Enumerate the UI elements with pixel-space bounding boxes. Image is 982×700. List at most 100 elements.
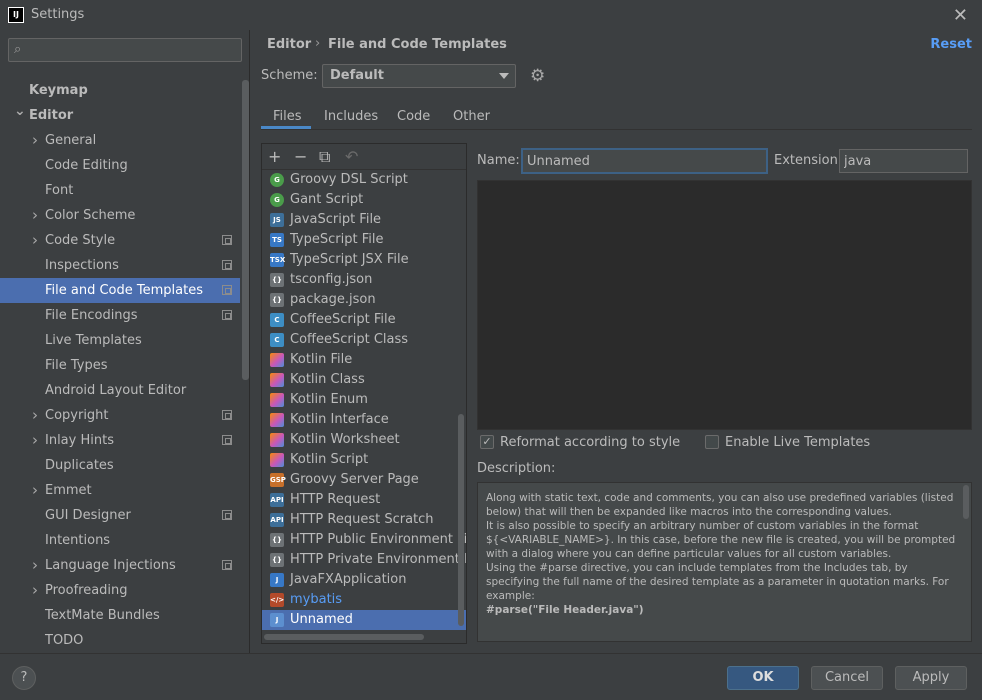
sidebar-item-inlay-hints[interactable]: › Inlay Hints xyxy=(0,428,240,453)
sidebar-item-file-types[interactable]: File Types xyxy=(0,353,240,378)
help-button[interactable]: ? xyxy=(12,666,36,690)
reformat-checkbox[interactable]: ✓ xyxy=(480,435,494,449)
sidebar-item-editor[interactable]: ⌄ Editor xyxy=(0,103,240,128)
chevron-right-icon[interactable]: › xyxy=(32,553,38,578)
template-item-http-request[interactable]: API HTTP Request xyxy=(262,490,466,510)
template-item-coffeescript-class[interactable]: C CoffeeScript Class xyxy=(262,330,466,350)
copy-icon[interactable]: ⧉ xyxy=(319,147,330,167)
sidebar-item-label: TextMate Bundles xyxy=(45,608,160,623)
kotlin-file-icon xyxy=(270,373,284,387)
sidebar-item-code-editing[interactable]: Code Editing xyxy=(0,153,240,178)
template-item-tsconfig-json[interactable]: {} tsconfig.json xyxy=(262,270,466,290)
sidebar-item-emmet[interactable]: › Emmet xyxy=(0,478,240,503)
chevron-right-icon[interactable]: › xyxy=(32,578,38,603)
ok-button[interactable]: OK xyxy=(727,666,799,690)
sidebar-item-label: Live Templates xyxy=(45,333,142,348)
template-item-typescript-jsx-file[interactable]: TSX TypeScript JSX File xyxy=(262,250,466,270)
chevron-down-icon[interactable]: ⌄ xyxy=(14,99,26,124)
chevron-right-icon[interactable]: › xyxy=(32,403,38,428)
scheme-value: Default xyxy=(330,68,384,83)
template-name-input[interactable] xyxy=(521,148,768,174)
template-item-mybatis[interactable]: </> mybatis xyxy=(262,590,466,610)
live-templates-checkbox[interactable] xyxy=(705,435,719,449)
sidebar-item-label: Editor xyxy=(29,108,74,123)
chevron-right-icon[interactable]: › xyxy=(32,428,38,453)
template-item-kotlin-enum[interactable]: Kotlin Enum xyxy=(262,390,466,410)
template-list-hscrollbar[interactable] xyxy=(264,634,424,640)
template-list-scrollbar[interactable] xyxy=(458,414,464,626)
gear-icon[interactable]: ⚙ xyxy=(530,66,545,86)
sidebar-item-language-injections[interactable]: › Language Injections xyxy=(0,553,240,578)
json-file-icon: {} xyxy=(270,553,284,567)
reformat-label[interactable]: Reformat according to style xyxy=(500,435,680,450)
sidebar-item-inspections[interactable]: Inspections xyxy=(0,253,240,278)
template-item-label: HTTP Private Environment File xyxy=(290,552,466,567)
template-item-kotlin-interface[interactable]: Kotlin Interface xyxy=(262,410,466,430)
gsp-file-icon: GSP xyxy=(270,473,286,487)
template-item-javafxapplication[interactable]: J JavaFXApplication xyxy=(262,570,466,590)
template-item-package-json[interactable]: {} package.json xyxy=(262,290,466,310)
template-item-http-public-environment-file[interactable]: {} HTTP Public Environment File xyxy=(262,530,466,550)
chevron-right-icon[interactable]: › xyxy=(32,478,38,503)
template-item-groovy-server-page[interactable]: GSP Groovy Server Page xyxy=(262,470,466,490)
template-item-groovy-dsl-script[interactable]: G Groovy DSL Script xyxy=(262,170,466,190)
template-item-kotlin-file[interactable]: Kotlin File xyxy=(262,350,466,370)
apply-button[interactable]: Apply xyxy=(895,666,967,690)
sidebar-item-label: File Types xyxy=(45,358,108,373)
sidebar-item-general[interactable]: › General xyxy=(0,128,240,153)
sidebar-item-todo[interactable]: TODO xyxy=(0,628,240,653)
sidebar-item-live-templates[interactable]: Live Templates xyxy=(0,328,240,353)
template-item-coffeescript-file[interactable]: C CoffeeScript File xyxy=(262,310,466,330)
template-item-gant-script[interactable]: G Gant Script xyxy=(262,190,466,210)
chevron-right-icon[interactable]: › xyxy=(32,128,38,153)
sidebar-item-color-scheme[interactable]: › Color Scheme xyxy=(0,203,240,228)
tab-includes[interactable]: Includes xyxy=(324,109,378,129)
live-templates-label[interactable]: Enable Live Templates xyxy=(725,435,870,450)
sidebar-scrollbar[interactable] xyxy=(242,80,249,380)
sidebar-item-intentions[interactable]: Intentions xyxy=(0,528,240,553)
template-item-label: tsconfig.json xyxy=(290,272,373,287)
template-item-kotlin-class[interactable]: Kotlin Class xyxy=(262,370,466,390)
template-code-editor[interactable] xyxy=(477,180,972,430)
template-item-kotlin-worksheet[interactable]: Kotlin Worksheet xyxy=(262,430,466,450)
revert-icon[interactable]: ↶ xyxy=(345,147,358,166)
sidebar-item-label: Intentions xyxy=(45,533,111,548)
template-item-unnamed[interactable]: J Unnamed xyxy=(262,610,466,630)
chevron-right-icon[interactable]: › xyxy=(32,203,38,228)
sidebar-item-font[interactable]: Font xyxy=(0,178,240,203)
sidebar-item-gui-designer[interactable]: GUI Designer xyxy=(0,503,240,528)
template-item-label: HTTP Request xyxy=(290,492,381,507)
breadcrumb-editor[interactable]: Editor xyxy=(267,37,311,52)
close-icon[interactable]: ✕ xyxy=(953,5,968,26)
sidebar-item-label: Android Layout Editor xyxy=(45,383,187,398)
sidebar-item-file-encodings[interactable]: File Encodings xyxy=(0,303,240,328)
template-item-kotlin-script[interactable]: Kotlin Script xyxy=(262,450,466,470)
add-icon[interactable]: + xyxy=(268,147,281,166)
project-scope-icon xyxy=(222,410,232,420)
sidebar-item-android-layout-editor[interactable]: Android Layout Editor xyxy=(0,378,240,403)
reset-link[interactable]: Reset xyxy=(930,37,972,52)
description-scrollbar[interactable] xyxy=(963,485,969,519)
remove-icon[interactable]: − xyxy=(294,147,307,166)
sidebar-item-keymap[interactable]: Keymap xyxy=(0,78,240,103)
settings-content: Editor › File and Code Templates Reset S… xyxy=(251,30,982,653)
sidebar-item-duplicates[interactable]: Duplicates xyxy=(0,453,240,478)
kotlin-file-icon xyxy=(270,393,284,407)
chevron-right-icon[interactable]: › xyxy=(32,228,38,253)
template-item-http-request-scratch[interactable]: API HTTP Request Scratch xyxy=(262,510,466,530)
tab-other[interactable]: Other xyxy=(453,109,490,129)
template-item-http-private-environment-file[interactable]: {} HTTP Private Environment File xyxy=(262,550,466,570)
template-item-label: package.json xyxy=(290,292,376,307)
sidebar-item-code-style[interactable]: › Code Style xyxy=(0,228,240,253)
template-item-typescript-file[interactable]: TS TypeScript File xyxy=(262,230,466,250)
tab-code[interactable]: Code xyxy=(397,109,430,129)
sidebar-item-copyright[interactable]: › Copyright xyxy=(0,403,240,428)
cancel-button[interactable]: Cancel xyxy=(811,666,883,690)
sidebar-item-proofreading[interactable]: › Proofreading xyxy=(0,578,240,603)
sidebar-item-file-and-code-templates[interactable]: File and Code Templates xyxy=(0,278,240,303)
extension-input[interactable] xyxy=(839,149,968,173)
template-item-javascript-file[interactable]: JS JavaScript File xyxy=(262,210,466,230)
sidebar-item-textmate-bundles[interactable]: TextMate Bundles xyxy=(0,603,240,628)
scheme-dropdown[interactable]: Default xyxy=(322,64,516,88)
search-input[interactable]: ⌕ xyxy=(8,38,242,62)
